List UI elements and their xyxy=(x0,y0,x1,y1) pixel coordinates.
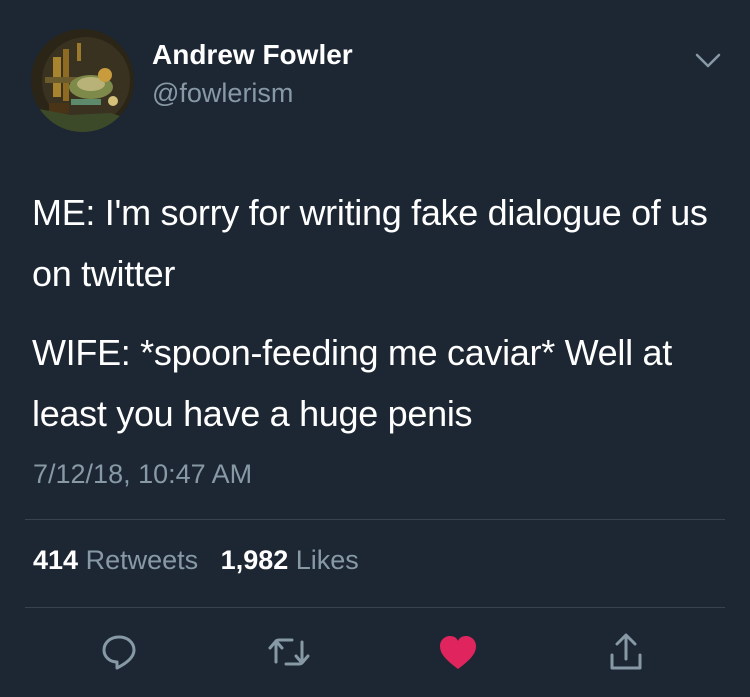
divider xyxy=(25,607,725,608)
retweets-stat[interactable]: 414 Retweets xyxy=(33,545,206,575)
share-icon xyxy=(610,633,642,670)
retweets-label: Retweets xyxy=(85,545,199,575)
likes-label: Likes xyxy=(295,545,359,575)
heart-icon xyxy=(440,636,476,669)
tweet-card: Andrew Fowler @fowlerism ME: I'm sorry f… xyxy=(0,0,750,697)
tweet-timestamp[interactable]: 7/12/18, 10:47 AM xyxy=(33,459,252,490)
reply-icon xyxy=(102,635,136,670)
tweet-stats: 414 Retweets 1,982 Likes xyxy=(33,545,359,576)
retweet-button[interactable] xyxy=(265,628,313,676)
reply-button[interactable] xyxy=(95,628,143,676)
retweets-count: 414 xyxy=(33,545,79,575)
like-button[interactable] xyxy=(434,628,482,676)
retweet-icon xyxy=(268,638,310,666)
avatar[interactable] xyxy=(31,29,134,132)
likes-count: 1,982 xyxy=(220,545,289,575)
user-handle[interactable]: @fowlerism xyxy=(152,78,293,109)
likes-stat[interactable]: 1,982 Likes xyxy=(221,545,359,575)
divider xyxy=(25,519,725,520)
chevron-down-icon[interactable] xyxy=(692,48,724,74)
avatar-image xyxy=(31,29,134,132)
tweet-text-line-1: ME: I'm sorry for writing fake dialogue … xyxy=(32,192,708,294)
share-button[interactable] xyxy=(602,628,650,676)
display-name[interactable]: Andrew Fowler xyxy=(152,39,353,71)
tweet-text-line-2: WIFE: *spoon-feeding me caviar* Well at … xyxy=(32,332,672,434)
